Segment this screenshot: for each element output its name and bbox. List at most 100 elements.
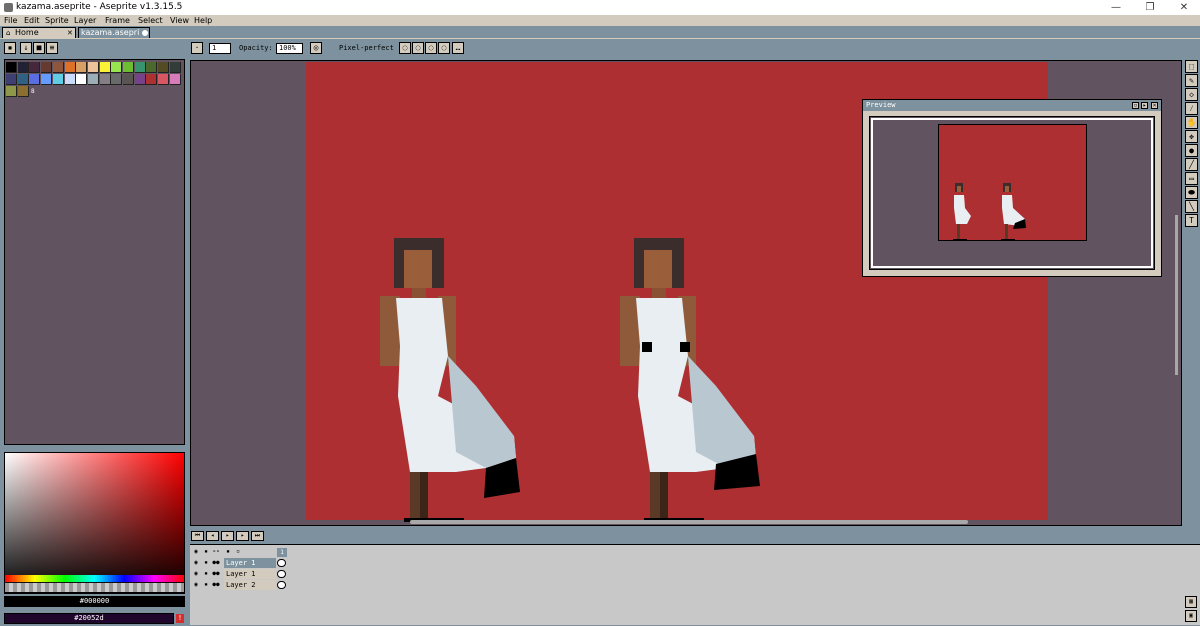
- palette-swatch[interactable]: [123, 74, 134, 85]
- padlock-icon[interactable]: ▪: [202, 570, 210, 578]
- cel-icon[interactable]: [277, 581, 286, 589]
- timeline-config-icon[interactable]: ▦: [1185, 596, 1197, 608]
- palette-swatch[interactable]: [134, 62, 146, 73]
- blur-icon[interactable]: ╲: [1185, 200, 1198, 213]
- symmetry-horizontal-icon[interactable]: ◌: [412, 42, 424, 54]
- preview-mode-icon[interactable]: ▫: [1132, 102, 1139, 109]
- ink-type-icon[interactable]: ◎: [310, 42, 322, 54]
- palette-swatch[interactable]: [17, 86, 29, 97]
- next-frame-icon[interactable]: ▸: [236, 531, 249, 541]
- pixel-perfect-label[interactable]: Pixel-perfect: [339, 44, 394, 52]
- alpha-slider[interactable]: [5, 583, 184, 592]
- modified-dot-icon[interactable]: [142, 30, 148, 36]
- more-options-icon[interactable]: …: [452, 42, 464, 54]
- palette-swatch[interactable]: [17, 74, 29, 85]
- frame-number[interactable]: 1: [277, 548, 287, 557]
- palette-swatch[interactable]: [76, 62, 88, 73]
- tab-kazama[interactable]: kazama.asepri: [78, 27, 150, 38]
- vertical-scrollbar[interactable]: [1175, 215, 1178, 375]
- horizontal-scrollbar[interactable]: [410, 520, 968, 524]
- download-icon[interactable]: ↓: [20, 42, 32, 54]
- marquee-icon[interactable]: ⬚: [1185, 60, 1198, 73]
- play-icon[interactable]: ▸: [221, 531, 234, 541]
- layer-header-icon[interactable]: ▪: [224, 548, 232, 556]
- menu-select[interactable]: Select: [138, 15, 163, 26]
- eyedropper-icon[interactable]: ⁄: [1185, 102, 1198, 115]
- eye-icon[interactable]: ◉: [192, 581, 200, 589]
- palette-swatch[interactable]: [134, 74, 146, 85]
- palette-swatch[interactable]: [169, 62, 181, 73]
- frame-header-icon[interactable]: ▫: [234, 548, 242, 556]
- menu-file[interactable]: File: [4, 15, 17, 26]
- preview-play-icon[interactable]: ▸: [1141, 102, 1148, 109]
- menu-frame[interactable]: Frame: [105, 15, 130, 26]
- warning-icon[interactable]: !: [176, 614, 184, 623]
- palette-swatch[interactable]: [111, 74, 123, 85]
- menu-view[interactable]: View: [170, 15, 189, 26]
- layer-name[interactable]: Layer 1: [224, 569, 276, 579]
- cel-icon[interactable]: [277, 570, 286, 578]
- first-frame-icon[interactable]: ⏮: [191, 531, 204, 541]
- symmetry-both-icon[interactable]: ◌: [438, 42, 450, 54]
- palette-swatch[interactable]: [29, 62, 41, 73]
- pencil-icon[interactable]: ✎: [1185, 74, 1198, 87]
- visibility-header-icon[interactable]: ◉: [192, 548, 200, 556]
- menu-layer[interactable]: Layer: [74, 15, 96, 26]
- menu-sprite[interactable]: Sprite: [45, 15, 69, 26]
- background-color-field[interactable]: #20052d: [4, 613, 174, 624]
- eraser-icon[interactable]: ◇: [1185, 88, 1198, 101]
- palette-swatch[interactable]: [29, 74, 41, 85]
- move-icon[interactable]: ✥: [1185, 130, 1198, 143]
- continuous-header-icon[interactable]: ∘∘: [212, 548, 220, 556]
- minimize-button[interactable]: —: [1106, 1, 1126, 14]
- maximize-button[interactable]: ❐: [1140, 1, 1160, 14]
- palette-swatch[interactable]: [64, 74, 76, 85]
- ellipse-icon[interactable]: ⬬: [1185, 186, 1198, 199]
- list-icon[interactable]: ≡: [46, 42, 58, 54]
- stop-icon[interactable]: ■: [33, 42, 45, 54]
- layer-row[interactable]: ◉ ▪ ●● Layer 2: [190, 580, 288, 590]
- palette-swatch[interactable]: [169, 74, 181, 85]
- palette-swatch[interactable]: [146, 74, 158, 85]
- palette-swatch[interactable]: [158, 74, 170, 85]
- fill-icon[interactable]: ●: [1185, 144, 1198, 157]
- lock-header-icon[interactable]: ▪: [202, 548, 210, 556]
- color-picker-sv[interactable]: [4, 452, 185, 594]
- lock-icon[interactable]: ▪: [4, 42, 16, 54]
- continuous-icon[interactable]: ●●: [212, 570, 220, 578]
- rectangle-icon[interactable]: ▭: [1185, 172, 1198, 185]
- prev-frame-icon[interactable]: ◂: [206, 531, 219, 541]
- continuous-icon[interactable]: ●●: [212, 559, 220, 567]
- eye-icon[interactable]: ◉: [192, 559, 200, 567]
- layer-row[interactable]: ◉ ▪ ●● Layer 1: [190, 558, 288, 568]
- continuous-icon[interactable]: ●●: [212, 581, 220, 589]
- palette-swatch[interactable]: [17, 62, 29, 73]
- layer-name[interactable]: Layer 1: [224, 558, 276, 568]
- palette-swatch[interactable]: [41, 62, 53, 73]
- palette-swatch[interactable]: [99, 62, 111, 73]
- close-window-button[interactable]: ✕: [1174, 1, 1194, 14]
- foreground-color-field[interactable]: #000000: [4, 596, 185, 607]
- brush-type-icon[interactable]: ·: [191, 42, 203, 54]
- timeline-toggle-icon[interactable]: ▣: [1185, 610, 1197, 622]
- tab-home[interactable]: ⌂ Home ✕: [2, 27, 76, 38]
- palette-swatch[interactable]: [87, 74, 99, 85]
- preview-window[interactable]: Preview ▫ ▸ ×: [862, 99, 1162, 277]
- palette-swatch[interactable]: [6, 74, 17, 85]
- palette-swatch[interactable]: [6, 62, 17, 73]
- menu-help[interactable]: Help: [194, 15, 212, 26]
- palette-swatch[interactable]: [64, 62, 76, 73]
- padlock-icon[interactable]: ▪: [202, 581, 210, 589]
- palette-swatch[interactable]: [6, 86, 17, 97]
- padlock-icon[interactable]: ▪: [202, 559, 210, 567]
- palette-swatch[interactable]: [158, 62, 170, 73]
- symmetry-none-icon[interactable]: ◌: [399, 42, 411, 54]
- palette-swatch[interactable]: [76, 74, 88, 85]
- palette-swatch[interactable]: [99, 74, 111, 85]
- palette-swatch[interactable]: [52, 74, 64, 85]
- palette-swatch[interactable]: [146, 62, 158, 73]
- palette-swatch[interactable]: [123, 62, 134, 73]
- tab-home-close-icon[interactable]: ✕: [67, 28, 73, 38]
- palette-swatch[interactable]: [41, 74, 53, 85]
- menu-edit[interactable]: Edit: [24, 15, 40, 26]
